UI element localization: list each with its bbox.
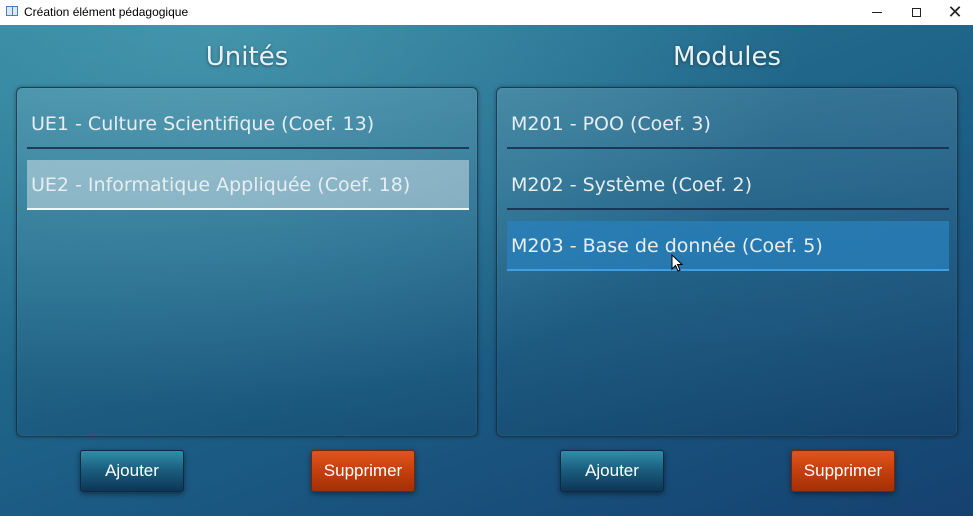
module-list-item-m203[interactable]: M203 - Base de donnée (Coef. 5) <box>507 221 949 271</box>
close-button[interactable]: ✕ <box>935 0 973 25</box>
close-icon: ✕ <box>947 2 963 22</box>
maximize-button[interactable] <box>896 0 936 25</box>
units-heading: Unités <box>205 42 289 72</box>
add-unit-button[interactable]: Ajouter <box>80 450 184 492</box>
unit-list-item-ue2[interactable]: UE2 - Informatique Appliquée (Coef. 18) <box>27 160 469 210</box>
book-icon <box>6 6 18 16</box>
add-module-button[interactable]: Ajouter <box>560 450 664 492</box>
module-list-item-m202[interactable]: M202 - Système (Coef. 2) <box>507 160 949 210</box>
main-content: Unités Modules UE1 - Culture Scientifiqu… <box>0 25 973 516</box>
units-list[interactable]: UE1 - Culture Scientifique (Coef. 13) UE… <box>16 87 478 437</box>
modules-heading: Modules <box>672 42 782 72</box>
title-bar: Création élément pédagogique ✕ <box>0 0 973 25</box>
delete-unit-button[interactable]: Supprimer <box>311 450 415 492</box>
mouse-pointer-icon <box>671 254 683 272</box>
maximize-icon <box>911 8 921 17</box>
modules-list[interactable]: M201 - POO (Coef. 3) M202 - Système (Coe… <box>496 87 958 437</box>
delete-module-button[interactable]: Supprimer <box>791 450 895 492</box>
window-title: Création élément pédagogique <box>24 5 189 19</box>
minimize-button[interactable] <box>857 0 897 25</box>
module-list-item-m201[interactable]: M201 - POO (Coef. 3) <box>507 99 949 149</box>
unit-list-item-ue1[interactable]: UE1 - Culture Scientifique (Coef. 13) <box>27 99 469 149</box>
minimize-icon <box>872 12 882 13</box>
